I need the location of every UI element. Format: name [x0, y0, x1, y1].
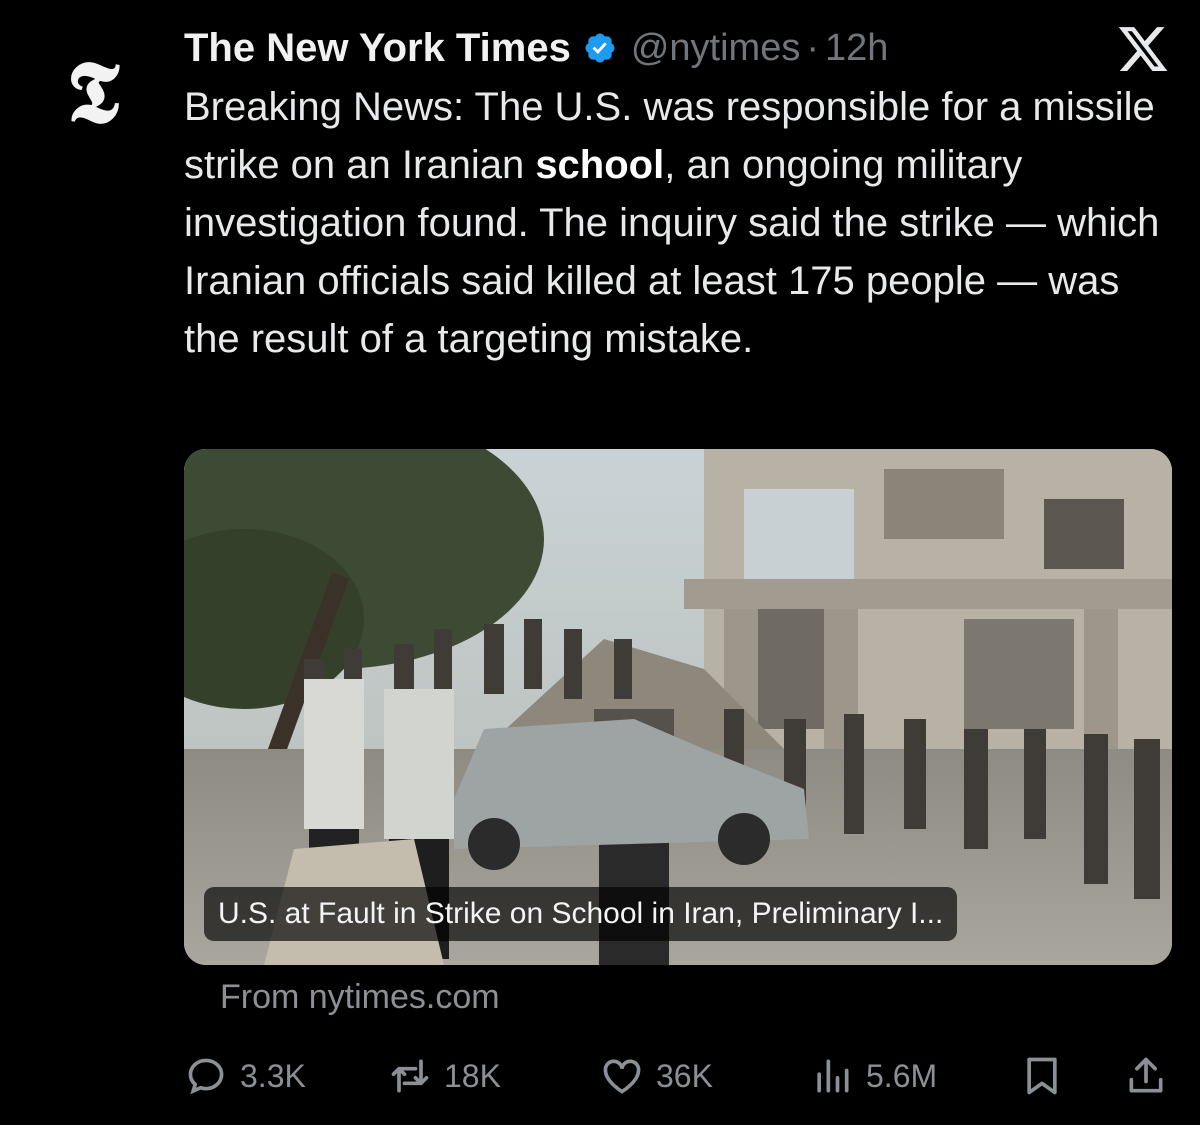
- bookmark-button[interactable]: [1020, 1048, 1064, 1104]
- action-bar: 3.3K 18K 36K 5.6M: [184, 1048, 1174, 1104]
- author-name[interactable]: The New York Times: [184, 26, 571, 71]
- views-icon: [817, 1059, 849, 1093]
- repost-count: 18K: [444, 1057, 501, 1094]
- reply-icon: [188, 1058, 224, 1095]
- like-count: 36K: [656, 1057, 713, 1094]
- heart-icon: [603, 1059, 641, 1094]
- repost-button[interactable]: 18K: [388, 1048, 501, 1104]
- repost-icon: [391, 1059, 429, 1093]
- card-source[interactable]: From nytimes.com: [220, 978, 500, 1017]
- tweet-text: Breaking News: The U.S. was responsible …: [184, 78, 1174, 368]
- timestamp[interactable]: 12h: [825, 27, 888, 70]
- nyt-logo-icon[interactable]: 𝕿: [52, 42, 134, 143]
- views-button[interactable]: 5.6M: [810, 1048, 937, 1104]
- avatar-glyph: 𝕿: [66, 42, 120, 143]
- author-handle[interactable]: @nytimes: [631, 27, 801, 70]
- separator-dot: ·: [806, 26, 819, 69]
- like-button[interactable]: 36K: [600, 1048, 713, 1104]
- link-card-image[interactable]: U.S. at Fault in Strike on School in Ira…: [184, 449, 1172, 965]
- card-caption: U.S. at Fault in Strike on School in Ira…: [204, 887, 958, 941]
- views-count: 5.6M: [866, 1057, 938, 1094]
- verified-badge-icon: [585, 33, 615, 63]
- share-button[interactable]: [1124, 1048, 1168, 1104]
- reply-count: 3.3K: [240, 1057, 306, 1094]
- reply-button[interactable]: 3.3K: [184, 1048, 306, 1104]
- tweet-text-bold: school: [535, 143, 665, 187]
- x-logo-icon: [1118, 27, 1168, 71]
- share-icon: [1129, 1057, 1163, 1093]
- tweet-header: The New York Times @nytimes · 12h: [184, 20, 888, 76]
- bookmark-icon: [1027, 1057, 1057, 1095]
